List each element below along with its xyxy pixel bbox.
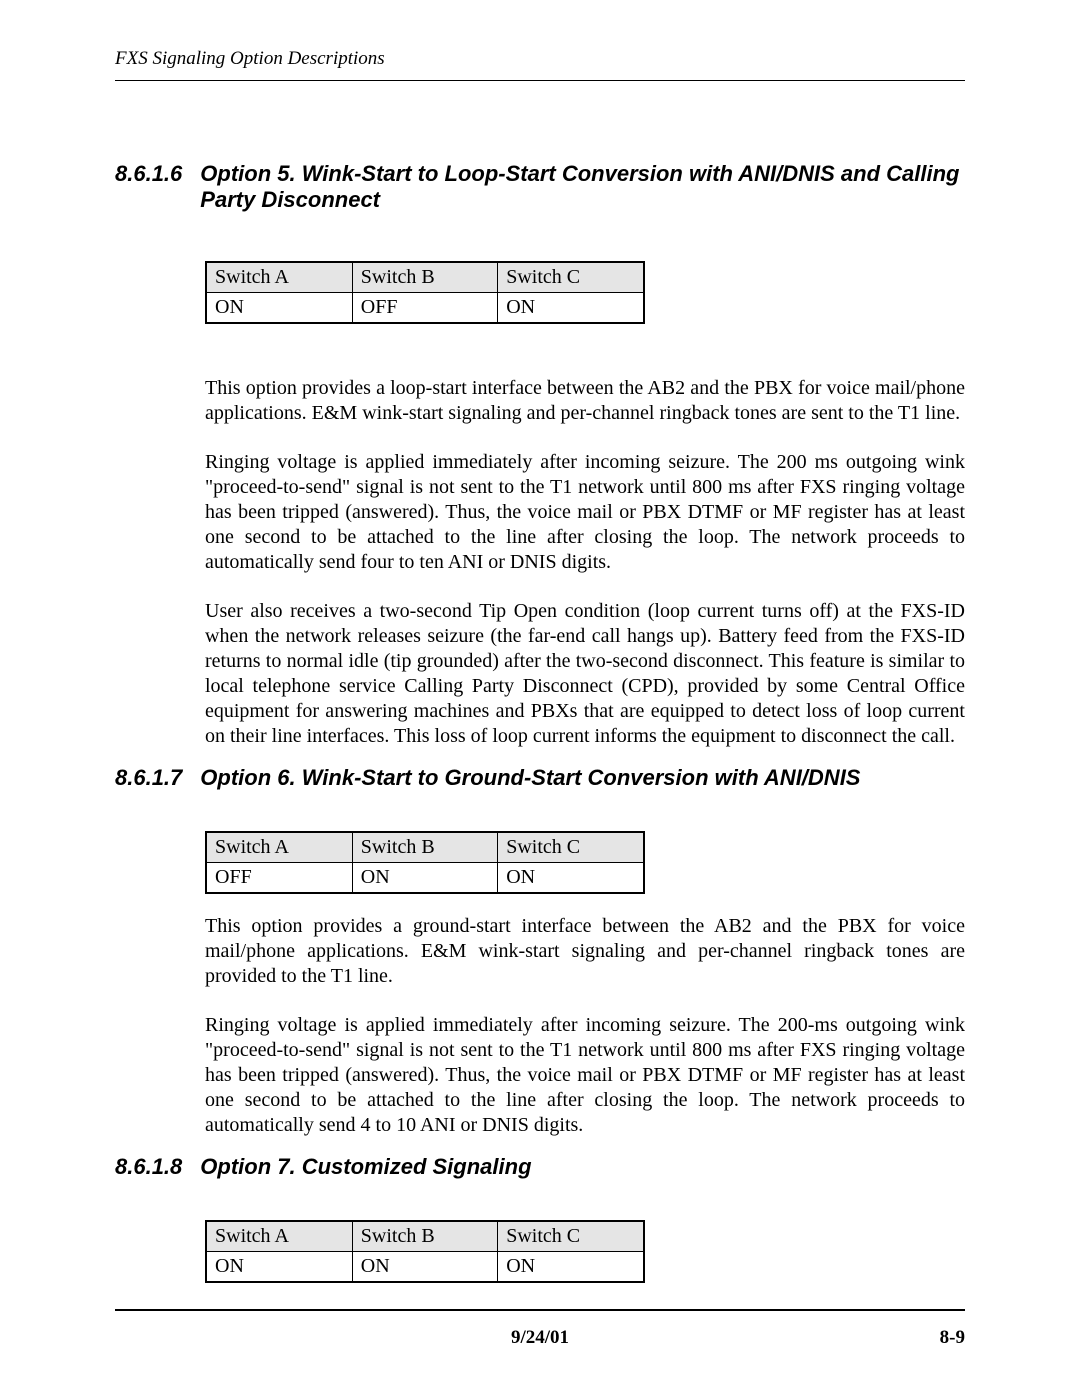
section-heading-8-6-1-8: 8.6.1.8 Option 7. Customized Signaling: [115, 1154, 965, 1180]
table-row: ON OFF ON: [206, 293, 644, 324]
col-header: Switch A: [206, 262, 352, 293]
page-footer: 9/24/01 8-9: [115, 1327, 965, 1349]
cell: ON: [206, 1252, 352, 1283]
cell: OFF: [352, 293, 497, 324]
cell: ON: [498, 1252, 644, 1283]
section-number: 8.6.1.8: [115, 1154, 182, 1180]
cell: ON: [352, 1252, 497, 1283]
section-number: 8.6.1.7: [115, 765, 182, 791]
table-row: OFF ON ON: [206, 863, 644, 894]
cell: OFF: [206, 863, 352, 894]
body-paragraph: Ringing voltage is applied immediately a…: [205, 1013, 965, 1138]
table-row: Switch A Switch B Switch C: [206, 262, 644, 293]
cell: ON: [352, 863, 497, 894]
section-heading-8-6-1-7: 8.6.1.7 Option 6. Wink-Start to Ground-S…: [115, 765, 965, 791]
body-paragraph: This option provides a loop-start interf…: [205, 376, 965, 426]
switch-table-option-7: Switch A Switch B Switch C ON ON ON: [205, 1220, 645, 1283]
body-paragraph: This option provides a ground-start inte…: [205, 914, 965, 989]
col-header: Switch C: [498, 262, 644, 293]
section-title: Option 5. Wink-Start to Loop-Start Conve…: [200, 161, 965, 213]
switch-table-option-5: Switch A Switch B Switch C ON OFF ON: [205, 261, 645, 324]
section-title: Option 6. Wink-Start to Ground-Start Con…: [200, 765, 965, 791]
col-header: Switch B: [352, 1221, 497, 1252]
section-heading-8-6-1-6: 8.6.1.6 Option 5. Wink-Start to Loop-Sta…: [115, 161, 965, 213]
footer-rule: [115, 1309, 965, 1311]
header-rule: [115, 80, 965, 81]
body-paragraph: Ringing voltage is applied immediately a…: [205, 450, 965, 575]
switch-table-option-6: Switch A Switch B Switch C OFF ON ON: [205, 831, 645, 894]
body-paragraph: User also receives a two-second Tip Open…: [205, 599, 965, 749]
col-header: Switch C: [498, 1221, 644, 1252]
cell: ON: [498, 863, 644, 894]
col-header: Switch C: [498, 832, 644, 863]
col-header: Switch A: [206, 1221, 352, 1252]
cell: ON: [206, 293, 352, 324]
table-row: Switch A Switch B Switch C: [206, 1221, 644, 1252]
col-header: Switch B: [352, 832, 497, 863]
running-header: FXS Signaling Option Descriptions: [115, 48, 965, 70]
footer-date: 9/24/01: [115, 1327, 965, 1349]
page: FXS Signaling Option Descriptions 8.6.1.…: [0, 0, 1080, 1397]
table-row: Switch A Switch B Switch C: [206, 832, 644, 863]
col-header: Switch A: [206, 832, 352, 863]
section-number: 8.6.1.6: [115, 161, 182, 187]
table-row: ON ON ON: [206, 1252, 644, 1283]
cell: ON: [498, 293, 644, 324]
col-header: Switch B: [352, 262, 497, 293]
section-title: Option 7. Customized Signaling: [200, 1154, 965, 1180]
